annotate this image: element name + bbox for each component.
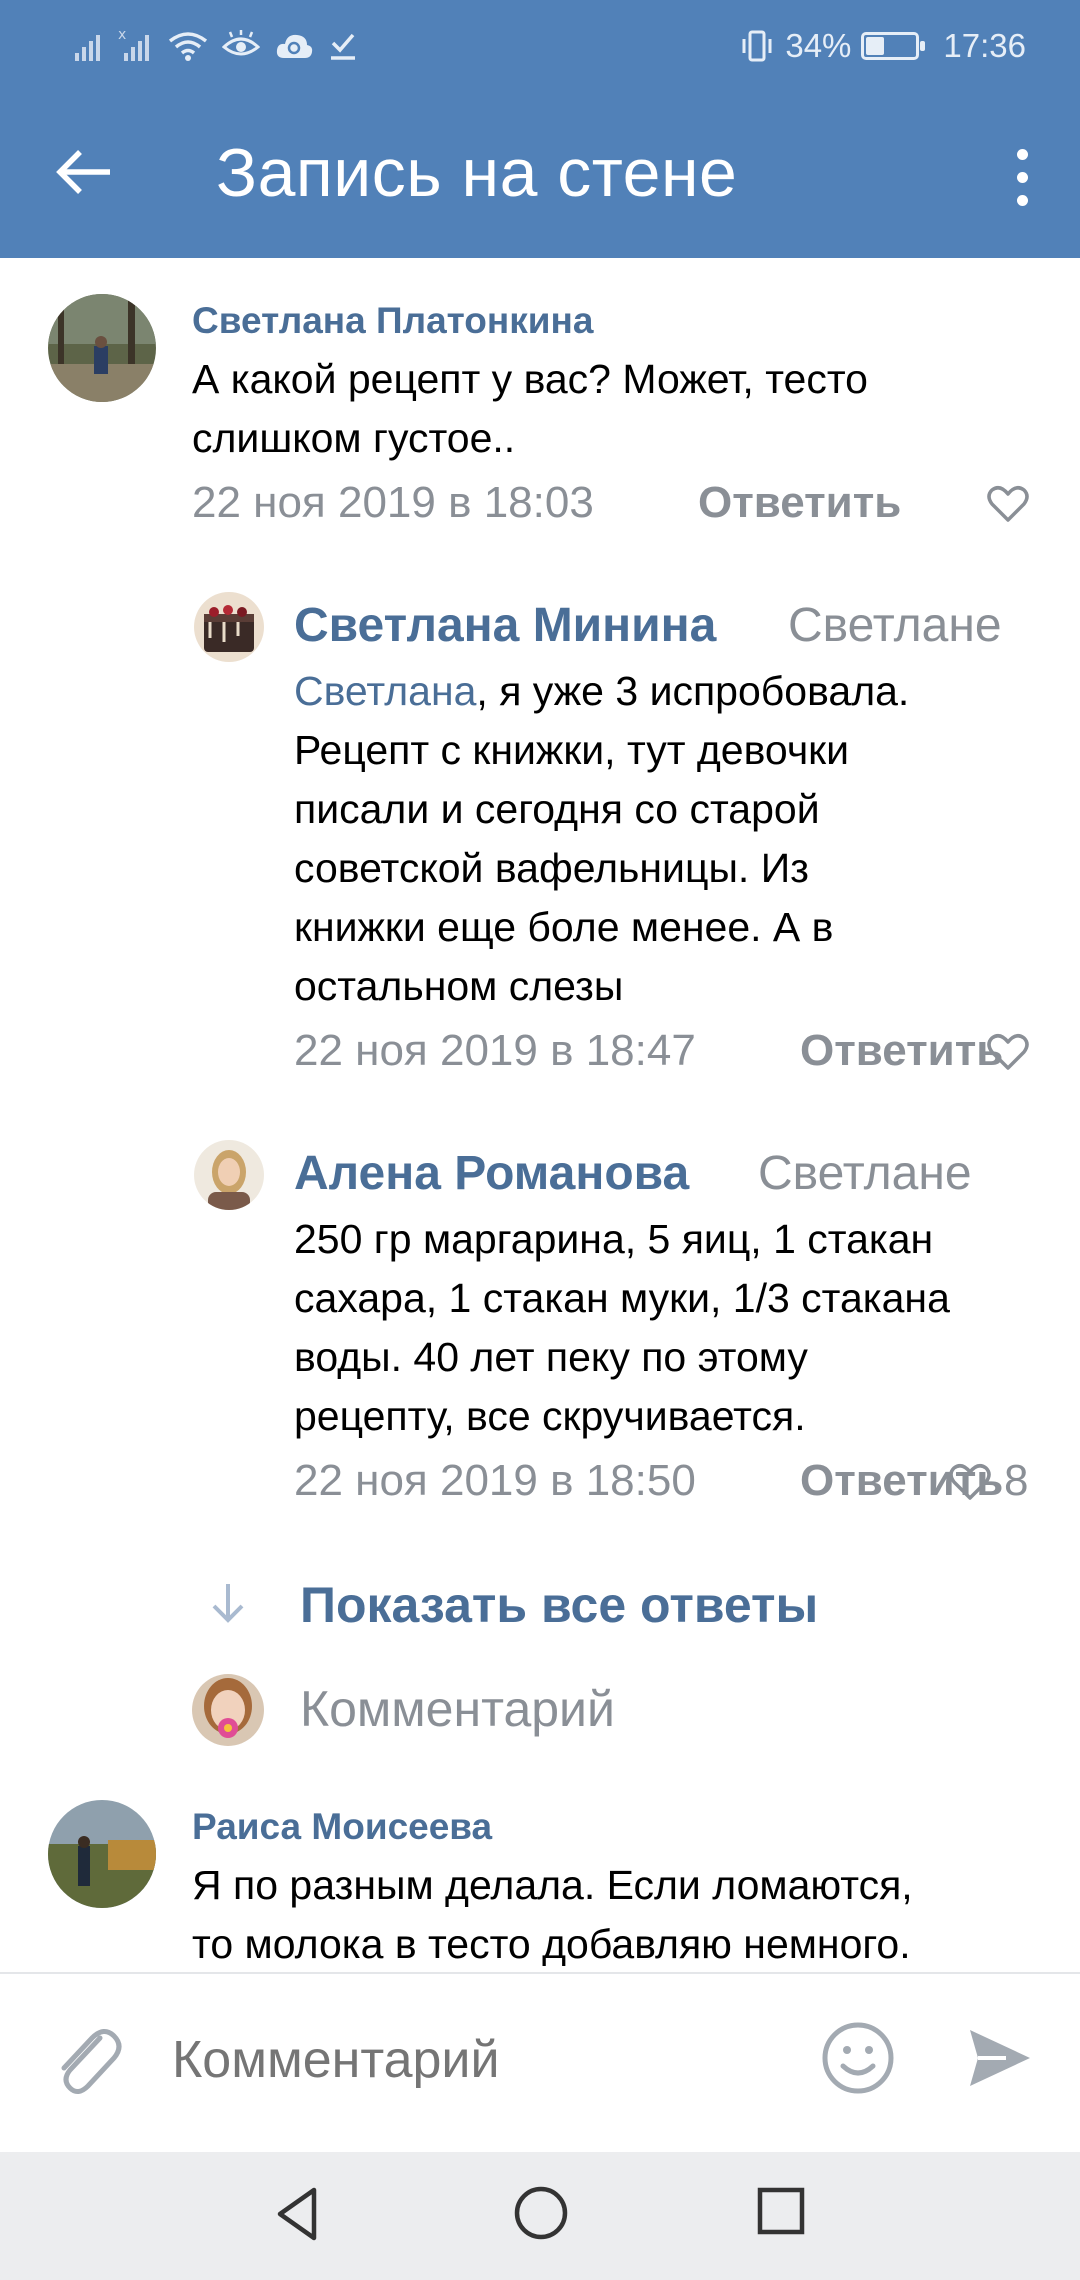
comment-author[interactable]: Раиса Моисеева — [192, 1806, 492, 1848]
nav-back-icon[interactable] — [270, 2184, 330, 2244]
signal-no-sim-icon: x — [118, 27, 149, 61]
more-vertical-icon — [1016, 148, 1028, 160]
download-done-icon — [331, 33, 355, 60]
more-options-button[interactable] — [992, 132, 1052, 222]
status-icons-left: x — [74, 26, 358, 66]
comment-date: 22 ноя 2019 в 18:50 — [294, 1456, 696, 1505]
system-nav-bar — [0, 2152, 1080, 2280]
comment-text-line: то молока в тесто добавляю немного. — [192, 1921, 911, 1967]
comment-date: 22 ноя 2019 в 18:03 — [192, 478, 594, 527]
battery-fill — [866, 37, 885, 55]
battery-icon — [861, 32, 926, 60]
svg-text:x: x — [118, 27, 126, 43]
comment-text-line: сахара, 1 стакан муки, 1/3 стакана — [294, 1275, 950, 1321]
reply-to-label: Светлане — [758, 1147, 972, 1200]
avatar[interactable] — [48, 294, 156, 402]
comment-text-line: воды. 40 лет пеку по этому — [294, 1334, 808, 1380]
clock: 17:36 — [943, 27, 1026, 64]
status-icons-right: 34% 17:36 — [739, 22, 1026, 70]
signal-icon — [75, 35, 100, 61]
comment-text-fragment: , я уже 3 испробовала. — [476, 668, 910, 714]
reply-to-label: Светлане — [788, 599, 1002, 652]
avatar — [192, 1674, 264, 1746]
paperclip-icon[interactable] — [48, 2018, 124, 2102]
comment-text-line: советской вафельницы. Из — [294, 845, 809, 891]
avatar-photo-cake — [194, 592, 264, 662]
comment-composer — [0, 1972, 1080, 2152]
inline-comment-input[interactable]: Комментарий — [300, 1680, 615, 1738]
app-header: Запись на стене — [0, 92, 1080, 258]
vibrate-icon — [742, 30, 772, 62]
avatar-photo-landscape — [48, 1800, 156, 1908]
comment-text-line: Рецепт с книжки, тут девочки — [294, 727, 850, 773]
wifi-icon — [168, 32, 208, 61]
comment-date: 22 ноя 2019 в 18:47 — [294, 1026, 696, 1075]
status-bar: x 34% 17:36 — [0, 0, 1080, 92]
reply-button[interactable]: Ответить — [800, 1026, 1003, 1076]
send-icon[interactable] — [966, 2024, 1034, 2092]
more-dot — [1016, 171, 1028, 183]
show-all-replies-button[interactable]: Показать все ответы — [300, 1576, 818, 1634]
comment-text-line: Я по разным делала. Если ломаются, — [192, 1862, 913, 1908]
avatar[interactable] — [194, 592, 264, 662]
battery-percent: 34% — [785, 27, 852, 64]
nav-home-icon[interactable] — [512, 2184, 570, 2242]
avatar-photo-woman — [194, 1140, 264, 1210]
comment-author[interactable]: Алена Романова — [294, 1146, 689, 1201]
comment-text-line: слишком густое.. — [192, 415, 516, 461]
comment-input[interactable] — [172, 2030, 792, 2090]
heart-icon[interactable] — [948, 1460, 992, 1504]
avatar[interactable] — [48, 1800, 156, 1908]
reply-button[interactable]: Ответить — [698, 478, 901, 528]
comment-text-line: Светлана, я уже 3 испробовала. — [294, 662, 909, 721]
arrow-down-icon — [212, 1584, 244, 1623]
top-bar: x 34% 17:36 Запись на стене — [0, 0, 1080, 258]
eye-icon — [222, 30, 260, 56]
back-button[interactable] — [44, 132, 124, 212]
avatar-photo-flower — [192, 1674, 264, 1746]
heart-icon[interactable] — [986, 482, 1030, 526]
comment-text-line: писали и сегодня со старой — [294, 786, 820, 832]
like-count: 8 — [1004, 1456, 1029, 1505]
comment-author[interactable]: Светлана Минина — [294, 598, 716, 653]
comment-author[interactable]: Светлана Платонкина — [192, 300, 593, 342]
nav-recents-icon[interactable] — [756, 2186, 806, 2236]
comment-text-line: 250 гр маргарина, 5 яиц, 1 стакан — [294, 1216, 934, 1262]
emoji-icon[interactable] — [820, 2020, 896, 2096]
comment-text-line: остальном слезы — [294, 963, 624, 1009]
avatar-photo-forest — [48, 294, 156, 402]
page-title: Запись на стене — [216, 135, 738, 211]
mention-link[interactable]: Светлана — [294, 668, 476, 714]
cloud-sync-icon — [276, 34, 313, 58]
heart-icon[interactable] — [986, 1030, 1030, 1074]
avatar[interactable] — [194, 1140, 264, 1210]
comment-text-line: рецепту, все скручивается. — [294, 1393, 806, 1439]
comment-text-line: А какой рецепт у вас? Может, тесто — [192, 356, 868, 402]
more-dot — [1016, 194, 1028, 206]
comment-text-line: книжки еще боле менее. А в — [294, 904, 834, 950]
arrow-left-icon — [56, 150, 110, 194]
